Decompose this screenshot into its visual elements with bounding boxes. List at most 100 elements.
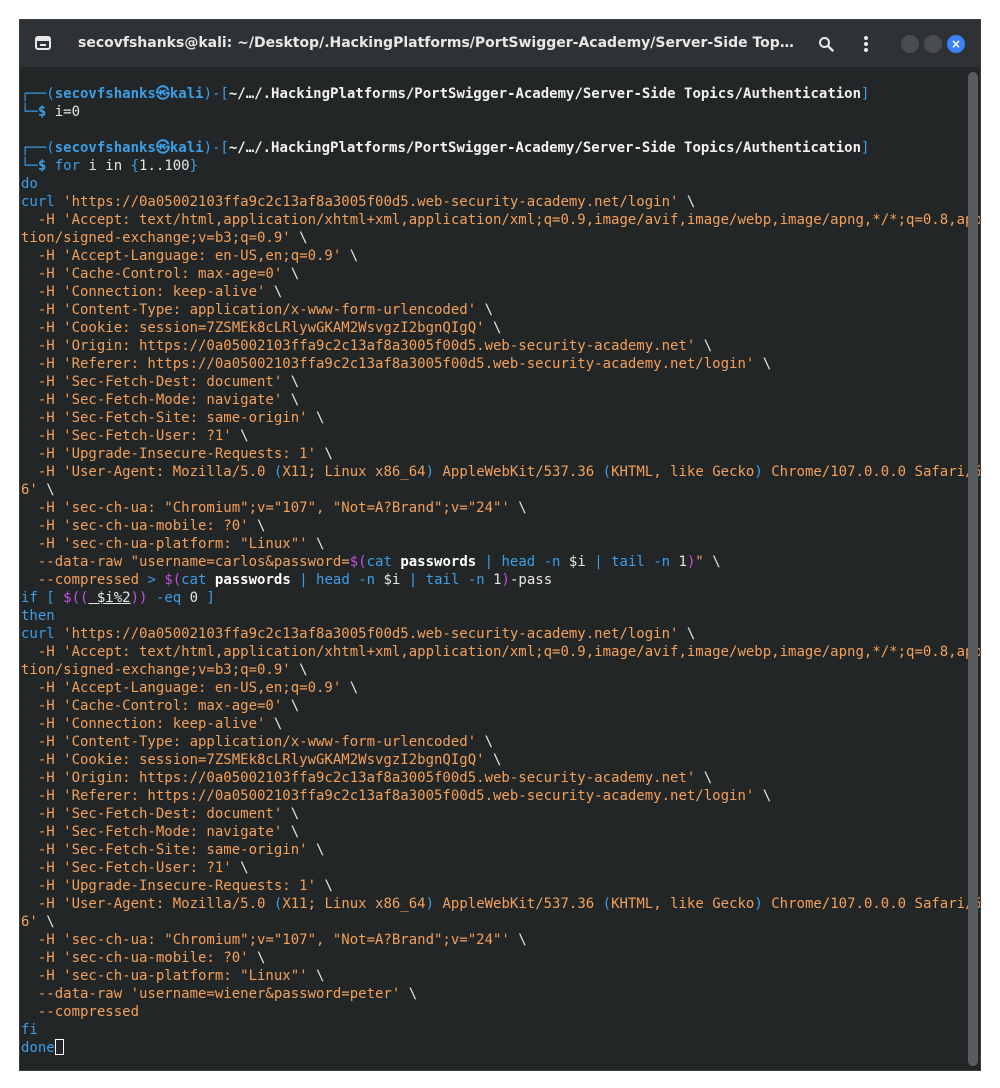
terminal-line: -H 'User-Agent: Mozilla/5.0 (X11; Linux … (20, 463, 980, 481)
close-icon[interactable]: × (947, 35, 965, 53)
terminal-text: | (299, 572, 308, 588)
terminal-line: -H 'Connection: keep-alive' \ (20, 715, 964, 733)
terminal-text: \ (248, 518, 266, 534)
terminal-text: --compressed (21, 572, 148, 588)
terminal-line: -H 'sec-ch-ua-platform: "Linux"' \ (20, 967, 964, 985)
terminal-text: tion/signed-exchange;v=b3;q=0.9' (21, 662, 291, 678)
terminal-text: \ (282, 374, 300, 390)
vertical-scrollbar[interactable] (968, 72, 978, 1066)
terminal-text: 0 (181, 590, 207, 606)
terminal-text: $i%2 (88, 590, 131, 606)
terminal-text: i in (80, 158, 131, 174)
terminal-text: \ (509, 500, 527, 516)
terminal-line: --compressed > $(cat passwords | head -n… (20, 571, 964, 589)
terminal-text: \ (282, 698, 300, 714)
terminal-text: -n (459, 572, 485, 588)
terminal-text: -H 'Referer: https://0a05002103ffa9c2c13… (21, 356, 755, 372)
terminal-line: --data-raw 'username=wiener&password=pet… (20, 985, 964, 1003)
terminal-text: curl (21, 194, 55, 210)
terminal-text: X11; Linux x86_64 (282, 464, 426, 480)
terminal-text: $(( (63, 590, 89, 606)
terminal-text: done (21, 1040, 55, 1056)
terminal-line: -H 'Sec-Fetch-Dest: document' \ (20, 805, 964, 823)
terminal-text: -pass (509, 572, 553, 588)
terminal-line: -H 'sec-ch-ua: "Chromium";v="107", "Not=… (20, 931, 964, 949)
terminal-text: ( (602, 896, 612, 912)
terminal-text: -H 'Sec-Fetch-Dest: document' (21, 806, 283, 822)
terminal-text: 6' (21, 482, 38, 498)
terminal-text: -H 'Sec-Fetch-Site: same-origin' (21, 842, 308, 858)
terminal-text: $i (375, 572, 409, 588)
terminal-line: 6' \ (20, 481, 964, 499)
terminal-text: \ (282, 806, 300, 822)
terminal-text: \ (307, 842, 325, 858)
kebab-menu-icon[interactable] (856, 34, 876, 54)
terminal-text: \ (703, 554, 721, 570)
terminal-text: ) (754, 464, 763, 480)
terminal-text: \ (484, 752, 502, 768)
terminal-text: ┌──( (21, 86, 55, 102)
terminal-icon[interactable] (35, 36, 51, 50)
terminal-text: if (21, 590, 38, 606)
terminal-text: $( (164, 572, 182, 588)
terminal-text: -H 'Sec-Fetch-User: ?1' (21, 428, 232, 444)
terminal-text: $ (37, 104, 55, 120)
terminal-line: -H 'Origin: https://0a05002103ffa9c2c13a… (20, 337, 964, 355)
terminal-text: --compressed (21, 1004, 140, 1020)
terminal-text: \ (341, 680, 359, 696)
terminal-text: \ (695, 770, 713, 786)
maximize-icon[interactable] (924, 35, 942, 53)
terminal-text: head (307, 572, 350, 588)
terminal-line: -H 'Content-Type: application/x-www-form… (20, 733, 964, 751)
terminal-window: secovfshanks@kali: ~/Desktop/.HackingPla… (19, 19, 981, 1071)
terminal-text: \ (307, 536, 325, 552)
terminal-text: KHTML, like Gecko (611, 896, 755, 912)
terminal-text: ┌──( (21, 140, 55, 156)
terminal-text: $ (37, 158, 55, 174)
terminal-text: -H 'Accept-Language: en-US,en;q=0.9' (21, 680, 342, 696)
terminal-text: -H 'Accept-Language: en-US,en;q=0.9' (21, 248, 342, 264)
terminal-line: -H 'User-Agent: Mozilla/5.0 (X11; Linux … (20, 895, 980, 913)
terminal-text: -H 'Origin: https://0a05002103ffa9c2c13a… (21, 770, 696, 786)
title-bar: secovfshanks@kali: ~/Desktop/.HackingPla… (20, 20, 980, 67)
terminal-text: 'https://0a05002103ffa9c2c13af8a3005f00d… (54, 626, 679, 642)
terminal-text: | (594, 554, 603, 570)
terminal-text: Chrome/107.0.0.0 Safari/537.3 (771, 896, 980, 912)
terminal-line: -H 'Sec-Fetch-User: ?1' \ (20, 427, 964, 445)
terminal-text: do (21, 176, 38, 192)
terminal-line: --data-raw "username=carlos&password=$(c… (20, 553, 964, 571)
terminal-text: -H 'Connection: keep-alive' (21, 716, 266, 732)
terminal-text: \ (307, 968, 325, 984)
terminal-text: -H 'sec-ch-ua-platform: "Linux"' (21, 968, 308, 984)
terminal-output[interactable]: ┌──(secovfshanks㉿kali)-[~/…/.HackingPlat… (20, 68, 980, 1070)
terminal-line: -H 'Sec-Fetch-Site: same-origin' \ (20, 841, 964, 859)
terminal-text: -H 'Sec-Fetch-Mode: navigate' (21, 824, 283, 840)
terminal-text: tail (602, 554, 645, 570)
terminal-text: $i (560, 554, 595, 570)
terminal-line: -H 'sec-ch-ua-platform: "Linux"' \ (20, 535, 964, 553)
terminal-text: ] (206, 590, 215, 606)
terminal-text: -H 'Sec-Fetch-Dest: document' (21, 374, 283, 390)
terminal-line (20, 121, 964, 139)
terminal-text: -n (535, 554, 561, 570)
terminal-line: ┌──(secovfshanks㉿kali)-[~/…/.HackingPlat… (20, 139, 964, 157)
terminal-text: fi (21, 1022, 38, 1038)
scrollbar-thumb[interactable] (968, 72, 978, 1066)
terminal-text: ~/…/.HackingPlatforms/PortSwigger-Academ… (228, 140, 862, 156)
terminal-text: ) (754, 896, 763, 912)
terminal-text: -n (349, 572, 376, 588)
terminal-line: └─$ i=0 (20, 103, 964, 121)
terminal-text: | (408, 572, 418, 588)
terminal-line: -H 'Accept: text/html,application/xhtml+… (20, 211, 980, 229)
terminal-text: \ (509, 932, 527, 948)
search-icon[interactable] (816, 34, 836, 54)
terminal-text: curl (21, 626, 55, 642)
terminal-text: then (21, 608, 55, 624)
terminal-line: -H 'Origin: https://0a05002103ffa9c2c13a… (20, 769, 964, 787)
minimize-icon[interactable] (901, 35, 919, 53)
terminal-text: ] (861, 140, 870, 156)
terminal-text: \ (282, 266, 300, 282)
terminal-line: -H 'Cookie: session=7ZSMEk8cLRlywGKAM2Ws… (20, 319, 964, 337)
terminal-text: -H 'Connection: keep-alive' (21, 284, 266, 300)
